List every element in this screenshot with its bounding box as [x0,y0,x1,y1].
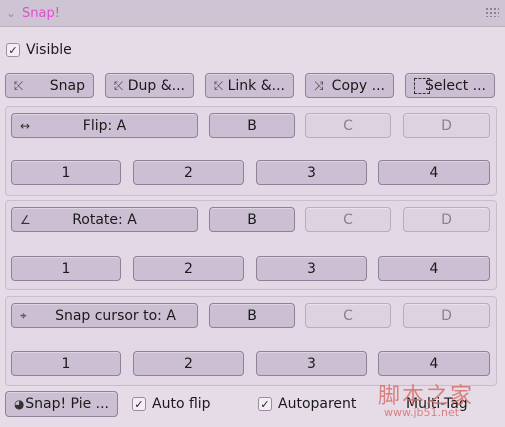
cursor-3-button[interactable]: 3 [256,351,367,376]
auto-flip-toggle[interactable]: ✓ Auto flip [132,391,211,417]
cursor-a-button[interactable]: ⌖ Snap cursor to: A [11,303,198,328]
link-button-label: Link &... [227,77,285,94]
flip-d-button[interactable]: D [403,113,490,138]
multi-tag-toggle[interactable]: Multi-Tag [406,391,468,417]
dup-button[interactable]: ⤪ Dup &... [105,73,194,98]
dup-button-label: Dup &... [127,77,185,94]
cursor-2-button[interactable]: 2 [133,351,244,376]
panel-title: Snap! [22,5,60,21]
rotate-3-button[interactable]: 3 [256,256,367,281]
flip-a-button[interactable]: ↔ Flip: A [11,113,198,138]
flip-a-label: Flip: A [82,117,127,134]
rotate-c-button[interactable]: C [305,207,391,232]
select-button-label: Select ... [425,77,486,94]
flip-3-button[interactable]: 3 [256,160,367,185]
autoparent-label: Autoparent [278,396,357,412]
visible-toggle[interactable]: ✓ Visible [6,41,72,59]
link-button[interactable]: ⤪ Link &... [205,73,294,98]
cursor-a-label: Snap cursor to: A [55,307,176,324]
auto-flip-checkbox[interactable]: ✓ [132,397,146,411]
drag-grip-icon[interactable] [485,7,499,17]
copy-cursor-icon: ⤨ [314,78,324,92]
cursor-slash-icon: ⤪ [214,78,224,92]
cursor-slash-icon: ⤪ [14,78,24,92]
snap-pie-label: Snap! Pie ... [25,396,109,412]
cursor-slash-icon: ⤪ [114,78,124,92]
cursor-c-button[interactable]: C [305,303,391,328]
pie-chart-icon: ◕ [14,397,25,411]
select-button[interactable]: Select ... [405,73,495,98]
multi-tag-label: Multi-Tag [406,396,468,412]
select-box-icon [414,77,430,94]
snap-button[interactable]: ⤪ Snap [5,73,94,98]
cursor-target-icon: ⌖ [20,308,27,322]
visible-label: Visible [26,42,72,58]
cursor-1-button[interactable]: 1 [11,351,121,376]
snap-button-label: Snap [49,77,85,94]
flip-b-button[interactable]: B [209,113,295,138]
rotate-a-button[interactable]: ∠ Rotate: A [11,207,198,232]
cursor-d-button[interactable]: D [403,303,490,328]
rotate-b-button[interactable]: B [209,207,295,232]
arrows-horizontal-icon: ↔ [20,118,31,133]
angle-icon: ∠ [20,212,31,227]
rotate-4-button[interactable]: 4 [378,256,490,281]
cursor-b-button[interactable]: B [209,303,295,328]
rotate-1-button[interactable]: 1 [11,256,121,281]
autoparent-checkbox[interactable]: ✓ [258,397,272,411]
autoparent-toggle[interactable]: ✓ Autoparent [258,391,356,417]
auto-flip-label: Auto flip [152,396,211,412]
flip-2-button[interactable]: 2 [133,160,244,185]
flip-c-button[interactable]: C [305,113,391,138]
copy-button[interactable]: ⤨ Copy ... [305,73,394,98]
snap-pie-button[interactable]: ◕ Snap! Pie ... [5,391,118,417]
rotate-d-button[interactable]: D [403,207,490,232]
cursor-4-button[interactable]: 4 [378,351,490,376]
flip-1-button[interactable]: 1 [11,160,121,185]
panel-header[interactable]: ⌄ Snap! [0,0,505,27]
rotate-2-button[interactable]: 2 [133,256,244,281]
rotate-a-label: Rotate: A [72,211,137,228]
visible-checkbox[interactable]: ✓ [6,43,20,57]
chevron-down-icon[interactable]: ⌄ [6,6,18,20]
copy-button-label: Copy ... [331,77,385,94]
flip-4-button[interactable]: 4 [378,160,490,185]
